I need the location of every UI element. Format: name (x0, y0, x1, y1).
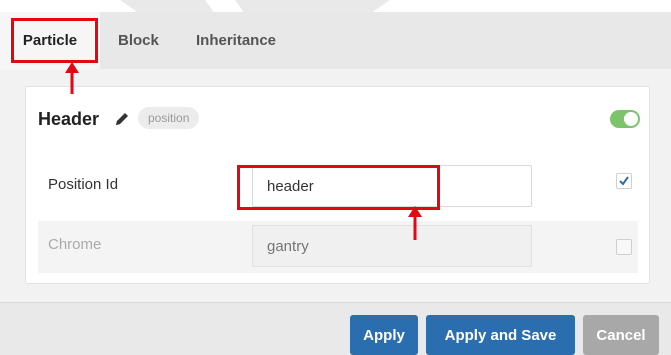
position-id-checkbox[interactable] (616, 173, 632, 189)
apply-button[interactable]: Apply (350, 315, 418, 355)
checkmark-icon (619, 176, 629, 186)
apply-and-save-button[interactable]: Apply and Save (426, 315, 575, 355)
enable-toggle[interactable] (610, 110, 640, 128)
toggle-knob (624, 112, 638, 126)
annotation-arrow-up-icon (408, 206, 422, 240)
tab-inheritance[interactable]: Inheritance (196, 12, 276, 69)
chrome-row: Chrome (38, 221, 638, 273)
chrome-input[interactable] (252, 225, 532, 267)
chrome-label: Chrome (48, 236, 102, 253)
tab-bar: Particle Block Inheritance (0, 12, 671, 69)
chrome-checkbox[interactable] (616, 239, 632, 255)
pencil-icon[interactable] (114, 111, 130, 127)
tab-block[interactable]: Block (118, 12, 159, 69)
annotation-arrow-up-icon (65, 62, 79, 94)
footer-bar: Apply Apply and Save Cancel (0, 302, 671, 355)
cancel-button[interactable]: Cancel (583, 315, 659, 355)
annotation-box-particle-tab (11, 18, 98, 63)
card-title: Header (38, 109, 100, 129)
position-id-label: Position Id (48, 176, 119, 193)
position-badge: position (138, 107, 200, 129)
annotation-box-position-input (237, 165, 440, 210)
